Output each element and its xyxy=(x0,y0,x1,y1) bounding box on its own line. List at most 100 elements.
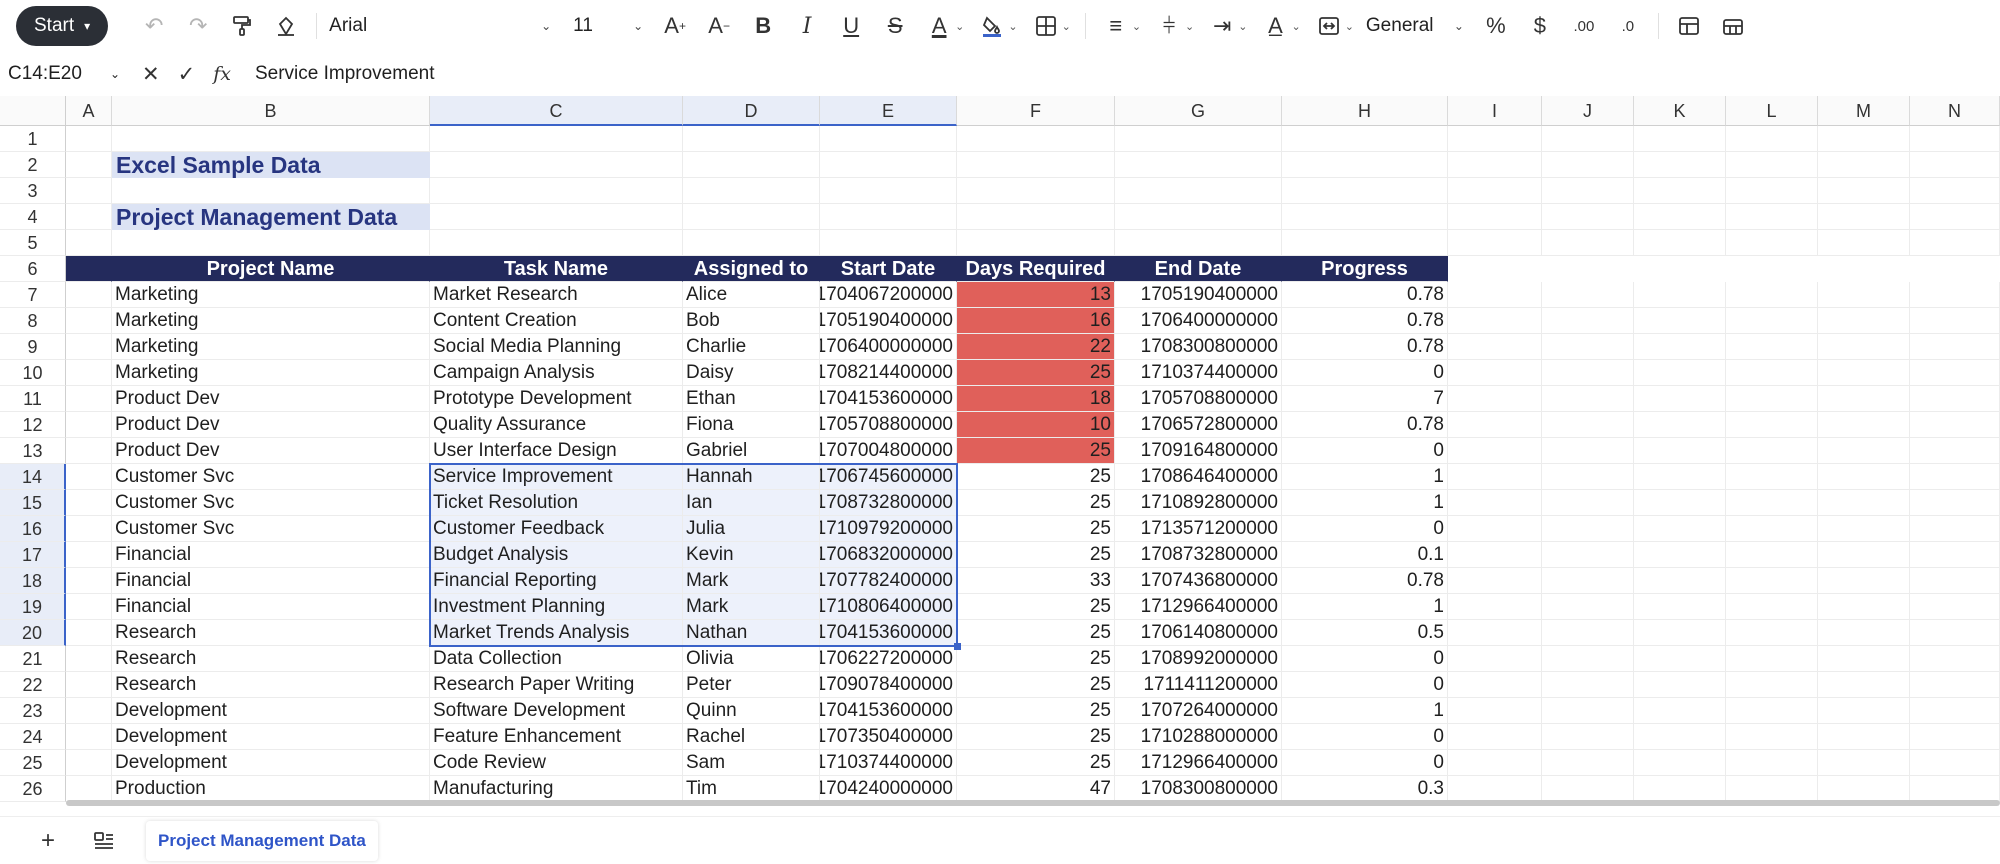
empty-cell[interactable] xyxy=(1634,386,1726,412)
task-name-cell[interactable]: Investment Planning xyxy=(430,594,683,620)
task-name-cell[interactable]: Customer Feedback xyxy=(430,516,683,542)
assignee-cell[interactable]: Peter xyxy=(683,672,820,698)
empty-cell[interactable] xyxy=(1542,594,1634,620)
column-header-b[interactable]: B xyxy=(112,96,430,126)
end-date-cell[interactable]: 1713571200000 xyxy=(1115,516,1282,542)
empty-cell[interactable] xyxy=(1910,542,2000,568)
empty-cell[interactable] xyxy=(1818,152,1910,178)
empty-cell[interactable] xyxy=(1818,334,1910,360)
column-header-a[interactable]: A xyxy=(66,96,112,126)
cell-style-icon[interactable] xyxy=(1667,4,1711,48)
empty-cell[interactable] xyxy=(66,750,112,776)
end-date-cell[interactable]: 1708300800000 xyxy=(1115,334,1282,360)
project-name-cell[interactable]: Marketing xyxy=(112,282,430,308)
empty-cell[interactable] xyxy=(1542,126,1634,152)
progress-cell[interactable]: 0.78 xyxy=(1282,412,1448,438)
task-name-cell[interactable]: Data Collection xyxy=(430,646,683,672)
empty-cell[interactable] xyxy=(112,126,430,152)
start-date-cell[interactable]: 1708732800000 xyxy=(820,490,957,516)
column-header-m[interactable]: M xyxy=(1818,96,1910,126)
empty-cell[interactable] xyxy=(1910,204,2000,230)
start-date-cell[interactable]: 1710806400000 xyxy=(820,594,957,620)
row-header-18[interactable]: 18 xyxy=(0,568,66,594)
empty-cell[interactable] xyxy=(1634,750,1726,776)
empty-cell[interactable] xyxy=(1910,308,2000,334)
row-header-8[interactable]: 8 xyxy=(0,308,66,334)
row-header-1[interactable]: 1 xyxy=(0,126,66,152)
empty-cell[interactable] xyxy=(1542,672,1634,698)
empty-cell[interactable] xyxy=(683,178,820,204)
empty-cell[interactable] xyxy=(430,152,683,178)
task-name-cell[interactable]: Software Development xyxy=(430,698,683,724)
empty-cell[interactable] xyxy=(1634,126,1726,152)
column-header-d[interactable]: D xyxy=(683,96,820,126)
empty-cell[interactable] xyxy=(1634,360,1726,386)
empty-cell[interactable] xyxy=(66,594,112,620)
progress-cell[interactable]: 0.1 xyxy=(1282,542,1448,568)
empty-cell[interactable] xyxy=(1448,698,1542,724)
start-date-cell[interactable]: 1704153600000 xyxy=(820,386,957,412)
formula-input[interactable]: Service Improvement xyxy=(245,63,435,85)
task-name-cell[interactable]: Manufacturing xyxy=(430,776,683,802)
increase-decimal-icon[interactable]: .00 xyxy=(1562,4,1606,48)
column-header-k[interactable]: K xyxy=(1634,96,1726,126)
column-title[interactable]: Task Name xyxy=(430,256,683,282)
empty-cell[interactable] xyxy=(1448,386,1542,412)
empty-cell[interactable] xyxy=(1448,204,1542,230)
project-name-cell[interactable]: Research xyxy=(112,646,430,672)
assignee-cell[interactable]: Ethan xyxy=(683,386,820,412)
empty-cell[interactable] xyxy=(66,178,112,204)
empty-cell[interactable] xyxy=(1818,490,1910,516)
days-required-cell[interactable]: 25 xyxy=(957,490,1115,516)
row-header-11[interactable]: 11 xyxy=(0,386,66,412)
empty-cell[interactable] xyxy=(683,126,820,152)
task-name-cell[interactable]: Market Trends Analysis xyxy=(430,620,683,646)
empty-cell[interactable] xyxy=(1115,178,1282,204)
empty-cell[interactable] xyxy=(1818,776,1910,802)
end-date-cell[interactable]: 1706140800000 xyxy=(1115,620,1282,646)
end-date-cell[interactable]: 1710288000000 xyxy=(1115,724,1282,750)
days-required-cell[interactable]: 47 xyxy=(957,776,1115,802)
progress-cell[interactable]: 0 xyxy=(1282,750,1448,776)
strikethrough-icon[interactable]: S xyxy=(873,4,917,48)
font-size-select[interactable]: 11 ⌄ xyxy=(573,6,643,46)
empty-cell[interactable] xyxy=(1448,594,1542,620)
empty-cell[interactable] xyxy=(66,620,112,646)
select-all-corner[interactable] xyxy=(0,96,66,126)
assignee-cell[interactable]: Ian xyxy=(683,490,820,516)
progress-cell[interactable]: 0.78 xyxy=(1282,282,1448,308)
chevron-down-icon[interactable]: ⌄ xyxy=(1238,20,1247,33)
empty-cell[interactable] xyxy=(683,204,820,230)
empty-cell[interactable] xyxy=(1634,776,1726,802)
font-family-select[interactable]: Arial ⌄ xyxy=(325,6,551,46)
empty-cell[interactable] xyxy=(112,178,430,204)
empty-cell[interactable] xyxy=(1448,282,1542,308)
name-box[interactable]: C14:E20 ⌄ xyxy=(0,63,128,85)
column-title[interactable]: Days Required xyxy=(957,256,1115,282)
empty-cell[interactable] xyxy=(1634,594,1726,620)
progress-cell[interactable]: 0 xyxy=(1282,516,1448,542)
empty-cell[interactable] xyxy=(66,568,112,594)
empty-cell[interactable] xyxy=(1726,152,1818,178)
empty-cell[interactable] xyxy=(66,204,112,230)
start-date-cell[interactable]: 1710374400000 xyxy=(820,750,957,776)
project-name-cell[interactable]: Development xyxy=(112,750,430,776)
empty-cell[interactable] xyxy=(1818,230,1910,256)
chevron-down-icon[interactable]: ⌄ xyxy=(1132,20,1141,33)
column-header-j[interactable]: J xyxy=(1542,96,1634,126)
empty-cell[interactable] xyxy=(1542,516,1634,542)
empty-cell[interactable] xyxy=(1282,230,1448,256)
assignee-cell[interactable]: Nathan xyxy=(683,620,820,646)
task-name-cell[interactable]: Feature Enhancement xyxy=(430,724,683,750)
empty-cell[interactable] xyxy=(1448,620,1542,646)
empty-cell[interactable] xyxy=(1634,542,1726,568)
empty-cell[interactable] xyxy=(1910,568,2000,594)
empty-cell[interactable] xyxy=(1910,750,2000,776)
number-format-select[interactable]: General ⌄ xyxy=(1360,6,1464,46)
task-name-cell[interactable]: User Interface Design xyxy=(430,438,683,464)
start-date-cell[interactable]: 1707004800000 xyxy=(820,438,957,464)
empty-cell[interactable] xyxy=(683,152,820,178)
end-date-cell[interactable]: 1707436800000 xyxy=(1115,568,1282,594)
start-date-cell[interactable]: 1704153600000 xyxy=(820,620,957,646)
empty-cell[interactable] xyxy=(820,204,957,230)
